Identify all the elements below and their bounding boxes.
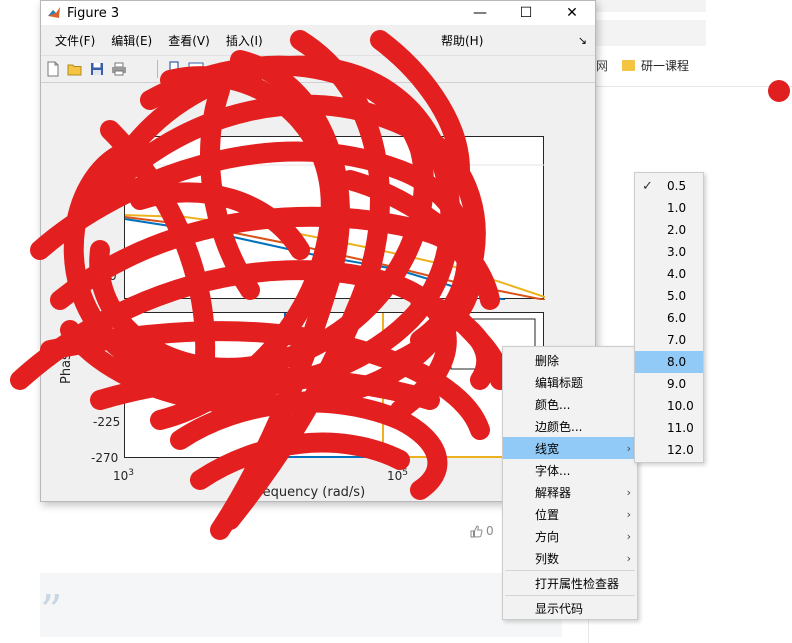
context-menu: 删除 编辑标题 颜色... 边颜色... 线宽 › 字体... 解释器 › 位置 › … xyxy=(502,346,638,620)
linewidth-option[interactable]: 1.0 xyxy=(635,197,703,219)
menu-insert[interactable]: 插入(I) xyxy=(218,32,271,49)
quote-mark-icon: ” xyxy=(40,586,63,637)
legend-icon[interactable] xyxy=(186,59,206,79)
linewidth-option[interactable]: 4.0 xyxy=(635,263,703,285)
matlab-icon xyxy=(47,6,61,20)
quote-block xyxy=(40,573,562,637)
window-title: Figure 3 xyxy=(67,5,120,21)
linewidth-option[interactable]: 2.0 xyxy=(635,219,703,241)
bookmark-item[interactable]: 网 研一课程 xyxy=(596,52,706,78)
menu-item-num-columns[interactable]: 列数 › xyxy=(503,547,637,569)
chevron-right-icon: › xyxy=(626,507,631,521)
close-button[interactable]: ✕ xyxy=(549,1,595,25)
menu-item-font[interactable]: 字体... xyxy=(503,459,637,481)
open-folder-icon[interactable] xyxy=(65,59,85,79)
menu-item-location[interactable]: 位置 › xyxy=(503,503,637,525)
linewidth-option[interactable]: 8.0 xyxy=(635,351,703,373)
minimize-button[interactable]: — xyxy=(457,1,503,25)
colorbar-icon[interactable] xyxy=(164,59,184,79)
background-address-strip xyxy=(596,20,706,46)
menu-item-edit-title[interactable]: 编辑标题 xyxy=(503,371,637,393)
toolbar-button[interactable] xyxy=(131,59,151,79)
magnitude-axes[interactable] xyxy=(124,136,545,300)
menu-separator xyxy=(505,570,635,571)
x-tick-label: 103 xyxy=(113,468,135,483)
y-tick-label: -225 xyxy=(93,415,121,429)
linewidth-option[interactable]: 12.0 xyxy=(635,439,703,461)
linewidth-option[interactable]: 3.0 xyxy=(635,241,703,263)
menu-file[interactable]: 文件(F) xyxy=(47,32,103,49)
menu-edit[interactable]: 编辑(E) xyxy=(103,32,160,49)
menu-item-delete[interactable]: 删除 xyxy=(503,349,637,371)
folder-icon xyxy=(622,59,635,71)
like-count: 0 xyxy=(486,524,494,538)
menu-item-orientation[interactable]: 方向 › xyxy=(503,525,637,547)
chevron-right-icon: › xyxy=(626,529,631,543)
linewidth-option[interactable]: 10.0 xyxy=(635,395,703,417)
thumbs-up-icon xyxy=(470,524,483,537)
x-tick-label: 105 xyxy=(387,468,409,483)
title-bar[interactable]: Figure 3 — ☐ ✕ xyxy=(41,1,595,25)
y-tick-label: -270 xyxy=(91,451,119,465)
bookmark-label: 研一课程 xyxy=(641,58,690,73)
background-tab-strip xyxy=(596,0,706,12)
y-axis-label: Phase xyxy=(59,345,74,384)
toolbar xyxy=(41,55,595,83)
bookmark-prefix: 网 xyxy=(596,58,609,73)
x-axis-label: Frequency (rad/s) xyxy=(251,485,366,500)
linewidth-option[interactable]: 11.0 xyxy=(635,417,703,439)
linewidth-submenu: ✓ 0.5 1.0 2.0 3.0 4.0 5.0 6.0 7.0 8.0 9.0… xyxy=(634,172,704,463)
chevron-right-icon: › xyxy=(626,551,631,565)
checkmark-icon: ✓ xyxy=(642,178,653,194)
menu-item-edge-color[interactable]: 边颜色... xyxy=(503,415,637,437)
divider xyxy=(596,86,792,87)
menu-item-linewidth[interactable]: 线宽 › xyxy=(503,437,637,459)
menu-view[interactable]: 查看(V) xyxy=(160,32,218,49)
toolbar-separator xyxy=(157,60,158,78)
print-icon[interactable] xyxy=(109,59,129,79)
menu-item-show-code[interactable]: 显示代码 xyxy=(503,597,637,619)
menu-item-interpreter[interactable]: 解释器 › xyxy=(503,481,637,503)
like-button[interactable]: 0 xyxy=(470,524,494,538)
maximize-button[interactable]: ☐ xyxy=(503,1,549,25)
linewidth-option[interactable]: 5.0 xyxy=(635,285,703,307)
y-tick-label: 0 xyxy=(109,269,117,283)
menu-item-property-inspector[interactable]: 打开属性检查器 xyxy=(503,572,637,594)
save-icon[interactable] xyxy=(87,59,107,79)
chevron-right-icon: › xyxy=(626,485,631,499)
linewidth-option[interactable]: 7.0 xyxy=(635,329,703,351)
menu-bar: 文件(F) 编辑(E) 查看(V) 插入(I) 帮助(H) ↘ xyxy=(41,25,595,55)
menu-help[interactable]: 帮助(H) xyxy=(433,32,491,49)
dock-arrow-icon[interactable]: ↘ xyxy=(578,34,587,47)
linewidth-option[interactable]: 9.0 xyxy=(635,373,703,395)
menu-item-color[interactable]: 颜色... xyxy=(503,393,637,415)
x-tick-label: 104 xyxy=(251,468,273,483)
red-dot-icon xyxy=(768,80,790,102)
menu-separator xyxy=(505,595,635,596)
phase-axes[interactable] xyxy=(124,312,545,458)
new-figure-icon[interactable] xyxy=(43,59,63,79)
linewidth-option[interactable]: ✓ 0.5 xyxy=(635,175,703,197)
chevron-right-icon: › xyxy=(626,441,631,455)
linewidth-option[interactable]: 6.0 xyxy=(635,307,703,329)
